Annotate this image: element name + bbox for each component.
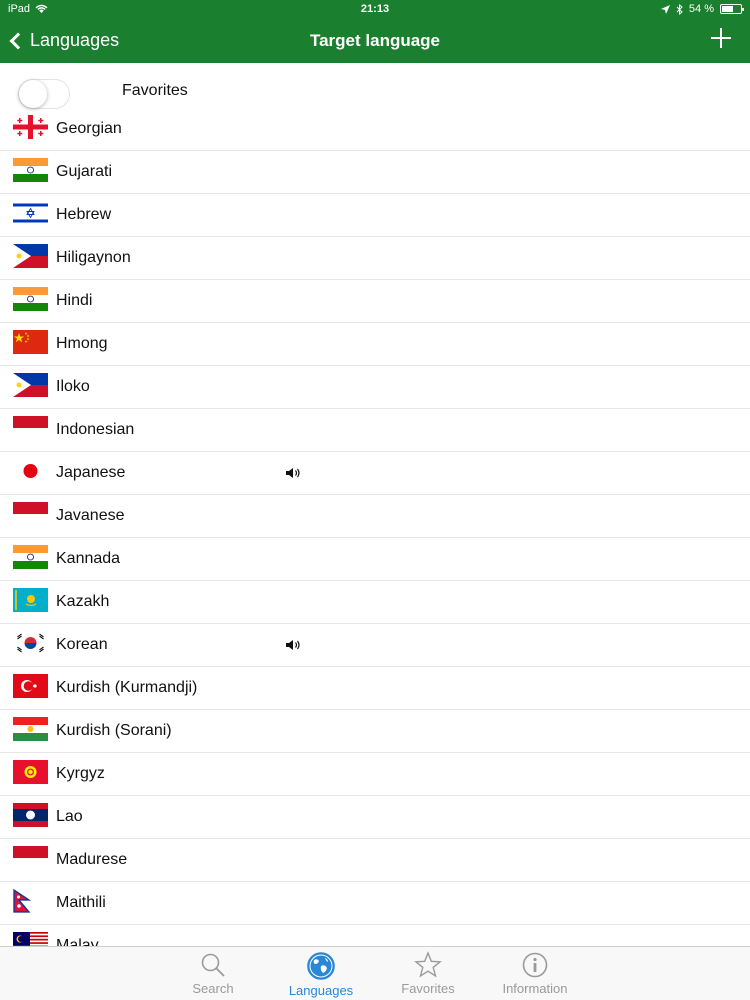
language-name: Lao (56, 808, 83, 825)
india-flag-icon (13, 287, 48, 311)
south-korea-flag-icon (13, 631, 48, 655)
philippines-flag-icon (13, 244, 48, 268)
language-name: Georgian (56, 120, 122, 137)
language-row-maithili[interactable]: Maithili (0, 882, 750, 925)
tab-favorites[interactable]: Favorites (383, 951, 473, 996)
israel-flag-icon (13, 201, 48, 225)
language-name: Madurese (56, 851, 128, 868)
language-name: Indonesian (56, 421, 135, 438)
indonesia-flag-icon (13, 846, 48, 870)
page-title: Target language (309, 31, 441, 50)
language-name: Javanese (56, 507, 125, 524)
tab-search[interactable]: Search (168, 951, 258, 996)
language-name: Japanese (56, 464, 126, 481)
kyrgyzstan-flag-icon (13, 760, 48, 784)
language-name: Hindi (56, 292, 93, 309)
language-row-korean[interactable]: Korean (0, 624, 750, 667)
language-row-madurese[interactable]: Madurese (0, 839, 750, 882)
language-row-gujarati[interactable]: Gujarati (0, 151, 750, 194)
language-name: Iloko (56, 378, 90, 395)
indonesia-flag-icon (13, 416, 48, 440)
language-row-hindi[interactable]: Hindi (0, 280, 750, 323)
language-row-hiligaynon[interactable]: Hiligaynon (0, 237, 750, 280)
language-name: Kurdish (Sorani) (56, 722, 172, 739)
tab-label: Information (502, 981, 568, 996)
india-flag-icon (13, 545, 48, 569)
language-row-lao[interactable]: Lao (0, 796, 750, 839)
turkey-flag-icon (13, 674, 48, 698)
nepal-flag-icon (13, 889, 48, 913)
language-row-indonesian[interactable]: Indonesian (0, 409, 750, 452)
battery-percent: 54 % (688, 3, 714, 15)
tab-information[interactable]: Information (490, 951, 580, 996)
speaker-icon[interactable] (285, 467, 301, 479)
language-name: Kyrgyz (56, 765, 105, 782)
language-name: Maithili (56, 894, 106, 911)
header-bar: iPad 21:13 54 % Languages Target languag… (0, 0, 750, 63)
language-name: Malay (56, 937, 99, 946)
language-row-hmong[interactable]: Hmong (0, 323, 750, 366)
language-name: Gujarati (56, 163, 113, 180)
tab-label: Favorites (401, 981, 455, 996)
language-row-kurdish-kurmandji[interactable]: Kurdish (Kurmandji) (0, 667, 750, 710)
nav-bar: Languages Target language (0, 20, 750, 63)
language-name: Hebrew (56, 206, 112, 223)
star-icon (414, 951, 442, 978)
status-bar: iPad 21:13 54 % (0, 0, 750, 20)
info-icon (522, 952, 548, 978)
language-row-hebrew[interactable]: Hebrew (0, 194, 750, 237)
language-row-kannada[interactable]: Kannada (0, 538, 750, 581)
japan-flag-icon (13, 459, 48, 483)
speaker-icon[interactable] (285, 639, 301, 651)
add-icon[interactable] (710, 27, 732, 49)
kurdistan-flag-icon (13, 717, 48, 741)
tab-languages[interactable]: Languages (276, 951, 366, 998)
language-row-japanese[interactable]: Japanese (0, 452, 750, 495)
favorites-row: Favorites (0, 63, 750, 109)
language-name: Kannada (56, 550, 121, 567)
favorites-toggle[interactable] (18, 79, 70, 109)
bluetooth-icon (676, 3, 683, 15)
georgia-flag-icon (13, 115, 48, 139)
location-icon (660, 4, 670, 14)
globe-icon (307, 952, 335, 980)
language-name: Kazakh (56, 593, 110, 610)
language-name: Hmong (56, 335, 108, 352)
philippines-flag-icon (13, 373, 48, 397)
language-name: Kurdish (Kurmandji) (56, 679, 198, 696)
favorites-label: Favorites (122, 82, 188, 99)
language-row-georgian[interactable]: Georgian (0, 108, 750, 151)
china-flag-icon (13, 330, 48, 354)
language-list: Georgian Gujarati Hebrew Hiligaynon Hind… (0, 108, 750, 946)
kazakhstan-flag-icon (13, 588, 48, 612)
tab-label: Search (192, 981, 234, 996)
language-row-javanese[interactable]: Javanese (0, 495, 750, 538)
indonesia-flag-icon (13, 502, 48, 526)
tab-bar: Search Languages Favorites Information (0, 946, 750, 1000)
laos-flag-icon (13, 803, 48, 827)
language-row-malay[interactable]: Malay (0, 925, 750, 946)
status-time: 21:13 (360, 3, 390, 15)
india-flag-icon (13, 158, 48, 182)
battery-icon (720, 4, 744, 14)
malaysia-flag-icon (13, 932, 48, 946)
language-row-kurdish-sorani[interactable]: Kurdish (Sorani) (0, 710, 750, 753)
search-icon (201, 953, 225, 977)
tab-label: Languages (288, 983, 354, 998)
language-row-kyrgyz[interactable]: Kyrgyz (0, 753, 750, 796)
language-name: Hiligaynon (56, 249, 131, 266)
language-name: Korean (56, 636, 108, 653)
language-row-iloko[interactable]: Iloko (0, 366, 750, 409)
language-row-kazakh[interactable]: Kazakh (0, 581, 750, 624)
